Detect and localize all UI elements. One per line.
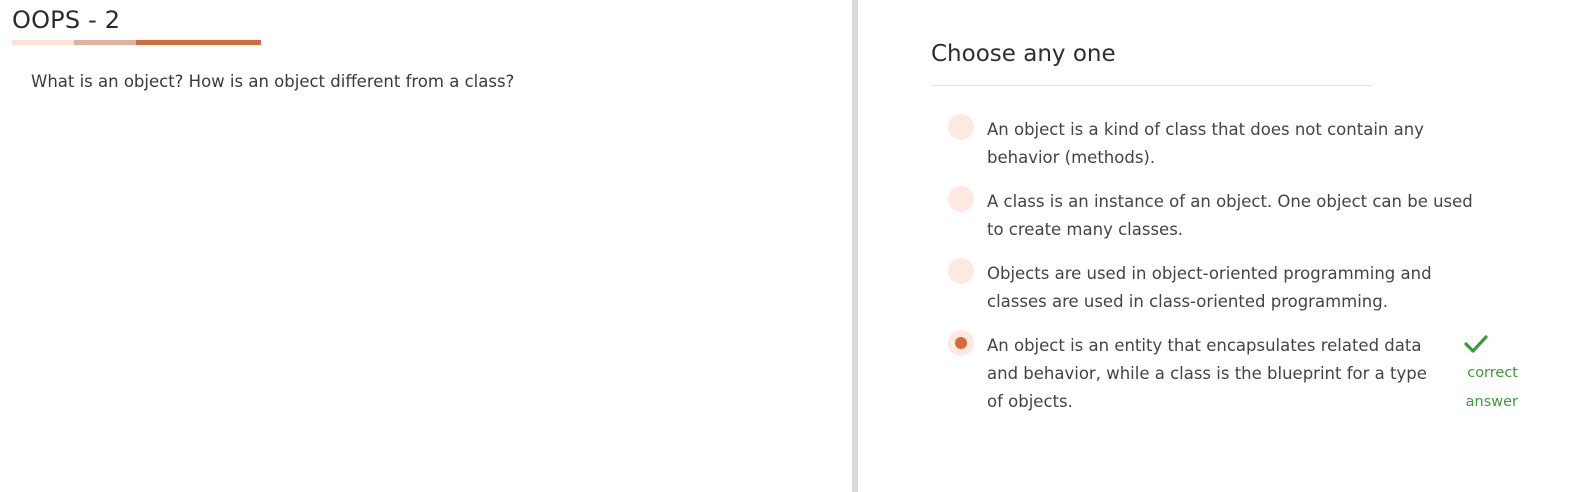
radio-button[interactable]	[948, 258, 974, 284]
question-pane: OOPS - 2 What is an object? How is an ob…	[0, 0, 852, 492]
check-icon	[1464, 335, 1488, 353]
correct-answer-indicator: correct answer	[1448, 330, 1518, 420]
progress-segment	[74, 40, 136, 45]
quiz-title: OOPS - 2	[12, 6, 121, 34]
radio-button[interactable]	[948, 114, 974, 140]
question-text: What is an object? How is an object diff…	[31, 72, 515, 91]
radio-button[interactable]	[948, 186, 974, 212]
correct-answer-label: correct answer	[1465, 365, 1518, 410]
progress-bar	[12, 40, 261, 45]
heading-divider	[931, 85, 1372, 86]
answer-pane: Choose any one An object is a kind of cl…	[858, 0, 1576, 492]
radio-button-selected[interactable]	[948, 330, 974, 356]
option-text: A class is an instance of an object. One…	[987, 192, 1473, 239]
progress-segment	[136, 40, 261, 45]
progress-segment	[12, 40, 74, 45]
option-text: An object is an entity that encapsulates…	[987, 336, 1427, 411]
option-text: An object is a kind of class that does n…	[987, 120, 1424, 167]
option-text: Objects are used in object-oriented prog…	[987, 264, 1432, 311]
radio-selected-dot	[955, 337, 967, 349]
choose-heading: Choose any one	[931, 41, 1116, 67]
